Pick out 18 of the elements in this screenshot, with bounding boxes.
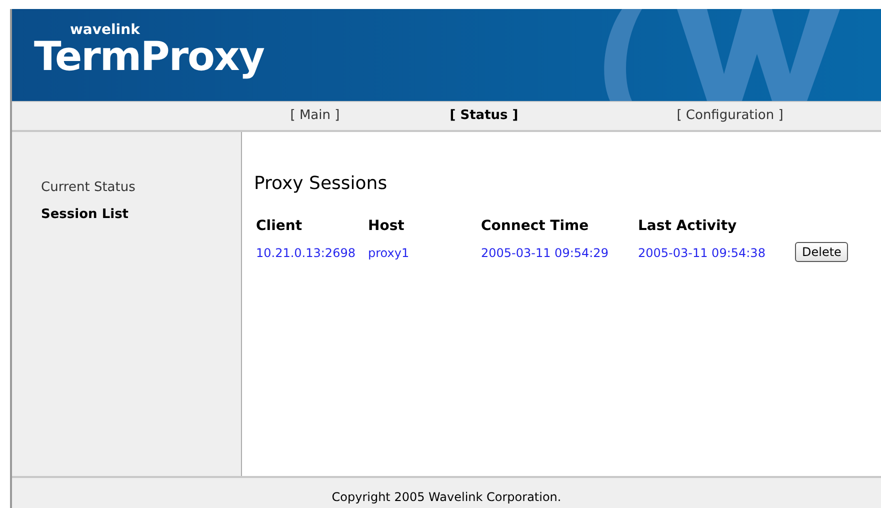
page-title: Proxy Sessions: [254, 172, 388, 196]
table-cell[interactable]: proxy1: [368, 246, 410, 260]
brand-logo: TermProxy: [34, 37, 264, 77]
column-header: Host: [368, 218, 404, 234]
nav-link[interactable]: [ Configuration ]: [676, 106, 784, 126]
brand-tagline: wavelink: [70, 23, 141, 37]
sidebar-link[interactable]: Current Status: [41, 178, 241, 198]
nav-link[interactable]: [ Main ]: [290, 106, 340, 126]
column-header: Last Activity: [638, 218, 737, 234]
table-cell[interactable]: 2005-03-11 09:54:29: [481, 246, 608, 260]
copyright-text: Copyright 2005 Wavelink Corporation.: [332, 489, 562, 506]
column-header: Client: [256, 218, 302, 234]
nav-link[interactable]: [ Status ]: [450, 106, 518, 126]
delete-button[interactable]: Delete: [795, 242, 848, 262]
table-cell[interactable]: 10.21.0.13:2698: [256, 246, 356, 260]
sidebar-link[interactable]: Session List: [41, 204, 241, 224]
table-cell[interactable]: 2005-03-11 09:54:38: [638, 246, 766, 260]
column-header: Connect Time: [481, 218, 589, 234]
